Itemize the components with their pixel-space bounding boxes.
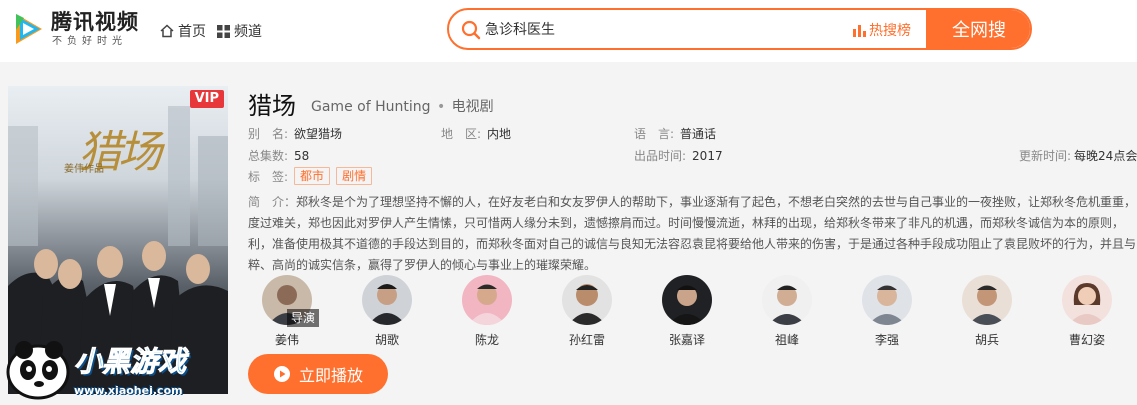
hot-search-rank[interactable]: 热搜榜 — [853, 20, 911, 40]
home-icon — [160, 24, 174, 38]
cast-item[interactable]: 曹幻姿 — [1054, 275, 1120, 348]
cast-name: 张嘉译 — [668, 333, 705, 347]
cast-name: 胡兵 — [974, 333, 999, 347]
show-title: 猎场 — [248, 92, 296, 120]
language-label: 语 言: — [634, 127, 675, 141]
site-watermark: 小黑游戏 www.xiaohei.com — [0, 332, 200, 405]
nav-home[interactable]: 首页 — [160, 21, 206, 41]
avatar — [362, 275, 412, 325]
cast-item[interactable]: 陈龙 — [454, 275, 520, 348]
description-label: 简 介： — [248, 195, 297, 209]
episodes-value: 58 — [294, 149, 310, 163]
cast-name: 李强 — [874, 333, 899, 347]
person-icon — [368, 284, 406, 325]
alias-row: 别 名: 欲望猎场 — [248, 125, 342, 142]
nav-channel[interactable]: 频道 — [217, 21, 262, 41]
play-now-label: 立即播放 — [298, 366, 363, 385]
search-bar: 热搜榜 全网搜 — [447, 8, 1032, 50]
cast-name: 曹幻姿 — [1068, 333, 1105, 347]
language-row: 语 言: 普通话 — [634, 125, 716, 142]
brand-slogan: 不负好时光 — [52, 36, 127, 47]
show-description: 简 介：郑秋冬是个为了理想坚持不懈的人，在好友老白和女友罗伊人的帮助下，事业逐渐… — [248, 192, 1137, 276]
cast-item[interactable]: 孙红雷 — [554, 275, 620, 348]
alias-label: 别 名: — [248, 127, 289, 141]
poster-subtitle: 姜伟作品 — [64, 164, 104, 175]
episodes-label: 总集数: — [248, 149, 289, 163]
episodes-row: 总集数: 58 — [248, 147, 309, 164]
play-icon — [273, 366, 290, 382]
tencent-video-logo-icon[interactable] — [10, 10, 48, 48]
hot-search-label: 热搜榜 — [869, 23, 911, 39]
cast-item[interactable]: 胡兵 — [954, 275, 1020, 348]
nav-channel-label: 频道 — [234, 24, 262, 40]
avatar — [862, 275, 912, 325]
vip-badge: VIP — [189, 90, 224, 108]
search-icon — [461, 20, 481, 40]
cast-item[interactable]: 胡歌 — [354, 275, 420, 348]
tags-row: 标 签: 都市 剧情 — [248, 167, 373, 185]
tag-urban[interactable]: 都市 — [294, 167, 331, 185]
cast-name: 孙红雷 — [568, 333, 605, 347]
dot-separator: • — [436, 99, 446, 115]
alias-value: 欲望猎场 — [294, 127, 343, 141]
year-row: 出品时间: 2017 — [634, 147, 723, 164]
person-icon — [668, 285, 706, 325]
show-type: 电视剧 — [451, 99, 494, 115]
search-input[interactable] — [485, 10, 845, 48]
top-header: 腾讯视频 不负好时光 首页 频道 热搜榜 全网搜 — [0, 0, 1137, 62]
cast-item[interactable]: 李强 — [854, 275, 920, 348]
cast-item[interactable]: 张嘉译 — [654, 275, 720, 348]
cast-name: 姜伟 — [274, 333, 299, 347]
update-label: 更新时间: — [1019, 149, 1072, 163]
english-title: Game of Hunting — [311, 99, 431, 115]
avatar — [762, 275, 812, 325]
play-now-button[interactable]: 立即播放 — [248, 354, 388, 394]
region-value: 内地 — [487, 127, 512, 141]
person-icon — [968, 285, 1006, 325]
avatar — [962, 275, 1012, 325]
cast-item[interactable]: 导演 姜伟 — [254, 275, 320, 348]
director-badge: 导演 — [287, 309, 320, 327]
brand-name[interactable]: 腾讯视频 — [51, 10, 139, 34]
tags-label: 标 签: — [248, 169, 289, 184]
region-label: 地 区: — [441, 127, 482, 141]
person-icon — [868, 285, 906, 325]
tag-drama[interactable]: 剧情 — [336, 167, 373, 185]
language-value: 普通话 — [680, 127, 717, 141]
person-icon — [568, 284, 606, 325]
watermark-url: www.xiaohei.com — [74, 384, 183, 397]
cast-name: 祖峰 — [774, 333, 799, 347]
bar-chart-icon — [853, 24, 866, 37]
person-icon — [1068, 283, 1106, 325]
avatar — [462, 275, 512, 325]
show-title-english: Game of Hunting • 电视剧 — [311, 96, 494, 116]
year-value: 2017 — [692, 149, 723, 163]
cast-name: 陈龙 — [474, 333, 499, 347]
grid-icon — [217, 24, 230, 38]
person-icon — [468, 284, 506, 325]
avatar — [562, 275, 612, 325]
avatar — [1062, 275, 1112, 325]
year-label: 出品时间: — [634, 149, 687, 163]
person-icon — [768, 285, 806, 325]
cast-name: 胡歌 — [374, 333, 399, 347]
update-row: 更新时间: 每晚24点会 — [1019, 147, 1137, 164]
update-value: 每晚24点会 — [1074, 149, 1137, 163]
nav-home-label: 首页 — [178, 24, 206, 40]
avatar — [662, 275, 712, 325]
description-text: 郑秋冬是个为了理想坚持不懈的人，在好友老白和女友罗伊人的帮助下，事业逐渐有了起色… — [248, 195, 1137, 272]
region-row: 地 区: 内地 — [441, 125, 511, 142]
watermark-text: 小黑游戏 — [73, 345, 187, 379]
cast-item[interactable]: 祖峰 — [754, 275, 820, 348]
search-all-web-button[interactable]: 全网搜 — [926, 10, 1030, 48]
